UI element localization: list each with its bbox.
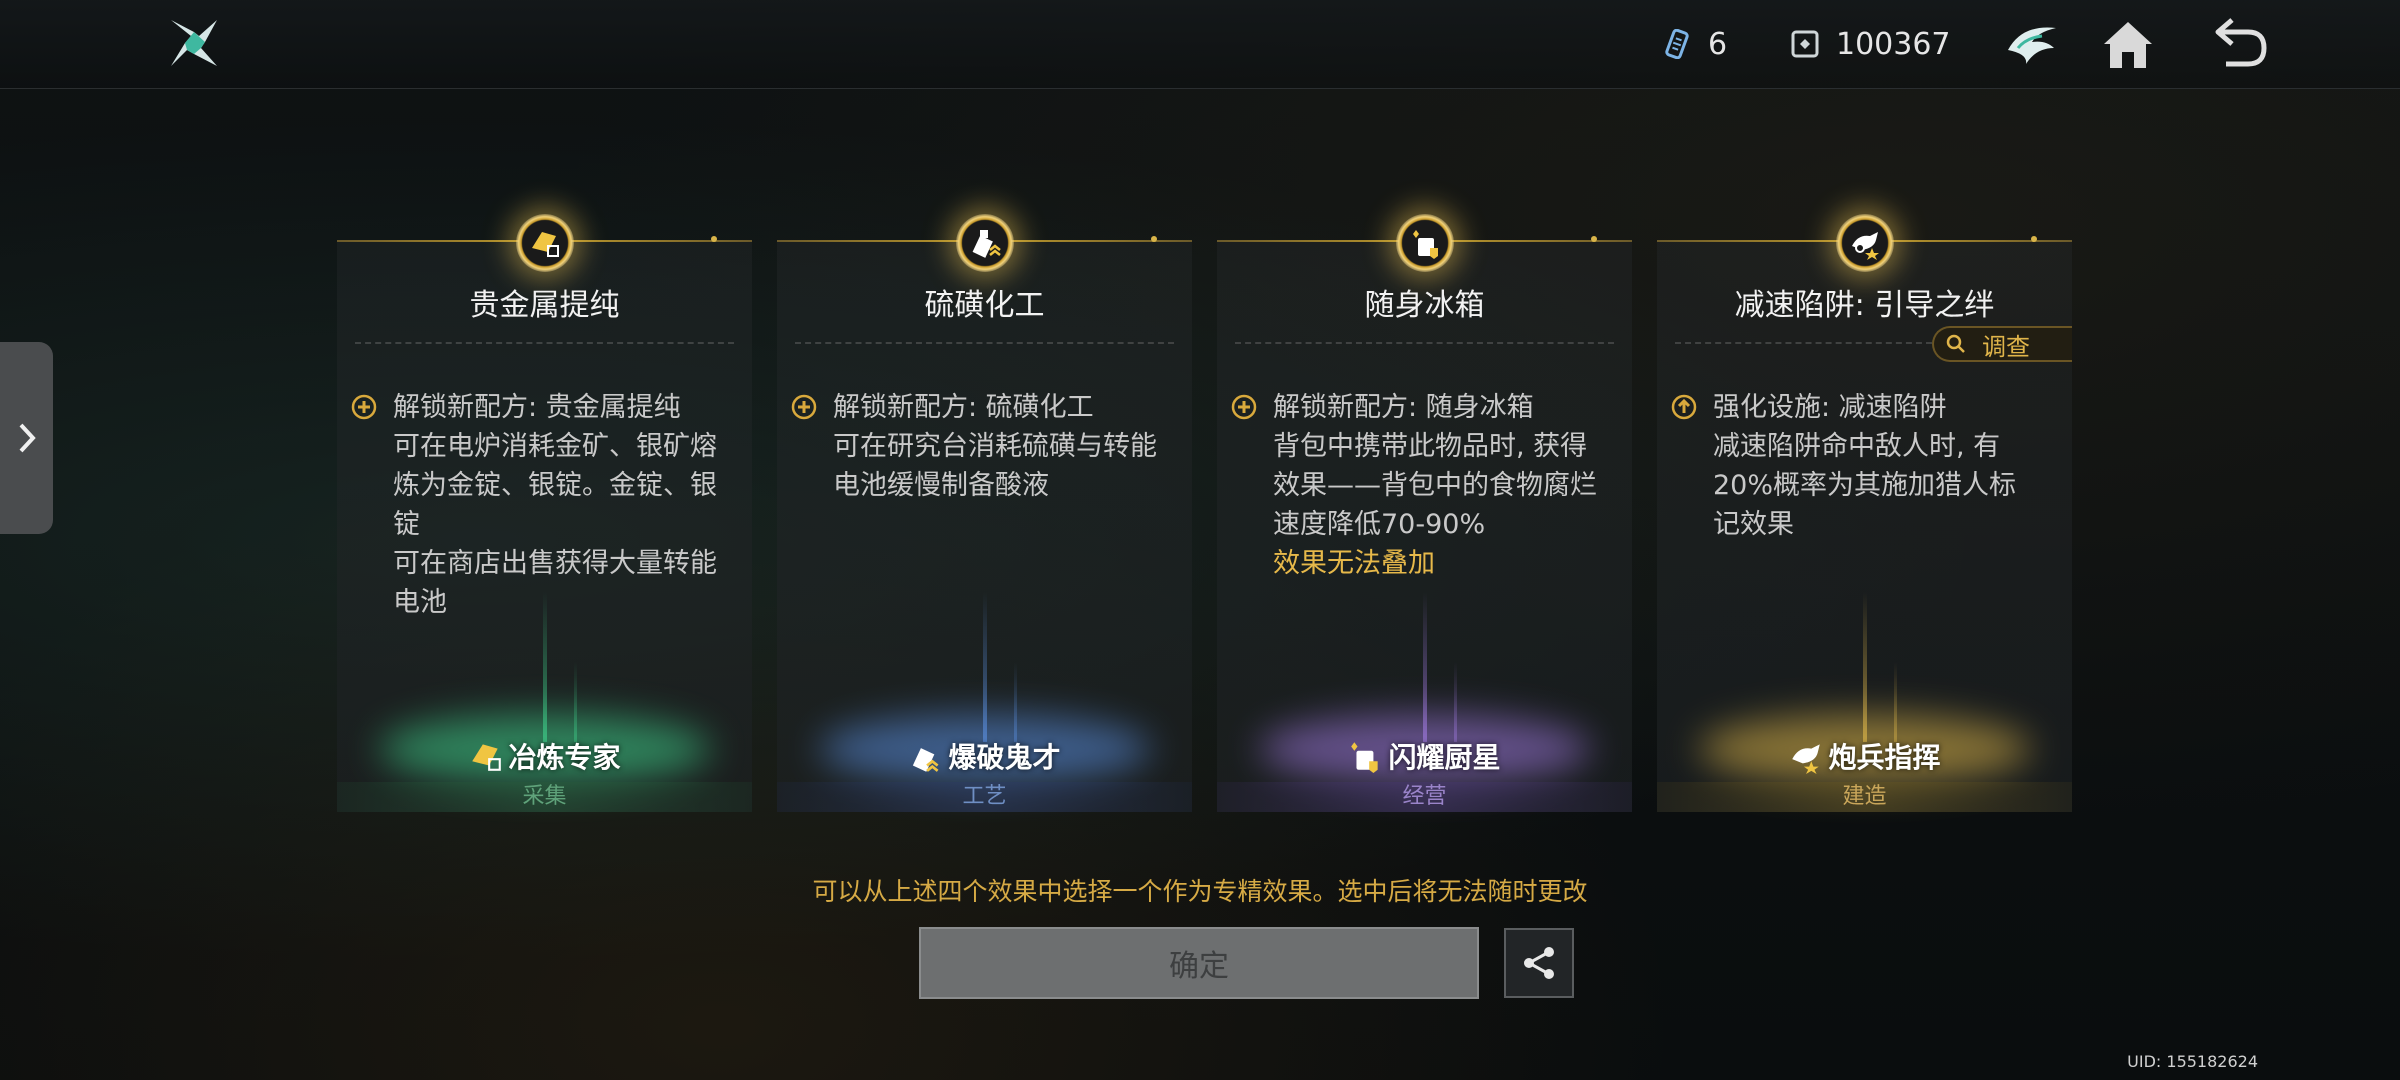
talent-label: 炮兵指挥 (1657, 736, 2072, 776)
light-beam (1862, 592, 1867, 742)
light-beam (542, 592, 547, 742)
inspect-button[interactable]: 调查 (1932, 326, 2072, 362)
talent-label: 闪耀厨星 (1217, 736, 1632, 776)
inspect-label: 调查 (1982, 332, 2030, 361)
energy-cell-icon (1665, 29, 1689, 59)
coin-count: 100367 (1836, 26, 1951, 62)
top-bar: 6 100367 (0, 0, 2400, 89)
plus-circle-icon (351, 394, 377, 420)
effect-card-refining[interactable]: 贵金属提纯 解锁新配方: 贵金属提纯 可在电炉消耗金矿、银矿熔 炼为金锭、银锭。… (337, 214, 752, 812)
home-icon[interactable] (2098, 14, 2158, 74)
desc-line: 减速陷阱命中敌人时, 有 (1713, 431, 2001, 462)
effect-card-trap[interactable]: 减速陷阱: 引导之绊 调查 强化设施: 减速陷阱 减速陷阱命中敌人时, 有 20… (1657, 214, 2072, 812)
desc-line: 电池缓慢制备酸液 (833, 470, 1049, 501)
talent-label: 冶炼专家 (337, 736, 752, 776)
card-divider (355, 342, 734, 344)
card-dot (2031, 236, 2037, 242)
card-description: 解锁新配方: 贵金属提纯 可在电炉消耗金矿、银矿熔 炼为金锭、银锭。金锭、银锭 … (393, 388, 736, 622)
card-divider (1675, 342, 1932, 344)
category-label: 采集 (337, 782, 752, 812)
desc-line: 背包中携带此物品时, 获得 (1273, 431, 1588, 462)
desc-line: 解锁新配方: 随身冰箱 (1273, 392, 1534, 423)
category-label: 工艺 (777, 782, 1192, 812)
desc-line: 20%概率为其施加猎人标 (1713, 470, 2017, 501)
light-beam (982, 592, 987, 742)
card-divider (795, 342, 1174, 344)
plus-circle-icon (1231, 394, 1257, 420)
energy-count: 6 (1708, 26, 1728, 62)
card-title: 减速陷阱: 引导之绊 (1734, 288, 1995, 323)
desc-line: 效果——背包中的食物腐烂 (1273, 470, 1597, 501)
talent-name: 闪耀厨星 (1388, 741, 1501, 774)
side-expand-tab[interactable] (0, 342, 53, 534)
game-logo-icon[interactable] (165, 14, 223, 72)
share-icon (1524, 947, 1554, 979)
light-beam (573, 662, 577, 742)
light-beam (1422, 592, 1427, 742)
cannon-icon (1792, 744, 1821, 774)
card-dot (1151, 236, 1157, 242)
desc-line: 电池 (393, 587, 447, 618)
back-icon[interactable] (2210, 14, 2270, 74)
desc-line: 解锁新配方: 贵金属提纯 (393, 392, 681, 423)
gold-bar-icon (515, 214, 574, 272)
plus-circle-icon (791, 394, 817, 420)
selection-hint: 可以从上述四个效果中选择一个作为专精效果。选中后将无法随时更改 (812, 877, 1588, 906)
fridge-icon (1351, 742, 1379, 773)
desc-note: 效果无法叠加 (1273, 548, 1435, 579)
light-beam (1453, 662, 1457, 742)
desc-line: 速度降低70-90% (1273, 509, 1486, 540)
desc-line: 可在商店出售获得大量转能 (393, 548, 717, 579)
chevron-right-icon (19, 423, 36, 453)
card-dot (1591, 236, 1597, 242)
card-divider (1235, 342, 1614, 344)
currency-coins: 100367 (1790, 22, 1951, 66)
effect-card-sulfur[interactable]: 硫磺化工 解锁新配方: 硫磺化工 可在研究台消耗硫磺与转能 电池缓慢制备酸液 爆… (777, 214, 1192, 812)
category-label: 建造 (1657, 782, 2072, 812)
user-id: UID: 155182624 (2127, 1052, 2258, 1071)
card-dot (711, 236, 717, 242)
desc-line: 炼为金锭、银锭。金锭、银锭 (393, 470, 717, 540)
search-icon (1946, 334, 1965, 353)
emblem-icon[interactable] (2002, 14, 2062, 74)
card-title: 随身冰箱 (1364, 288, 1485, 323)
card-description: 解锁新配方: 硫磺化工 可在研究台消耗硫磺与转能 电池缓慢制备酸液 (833, 388, 1176, 505)
cannon-icon (1835, 214, 1894, 272)
chip-icon (1791, 30, 1819, 58)
desc-line: 强化设施: 减速陷阱 (1713, 392, 1947, 423)
fridge-icon (1395, 214, 1454, 272)
desc-line: 记效果 (1713, 509, 1794, 540)
effect-card-fridge[interactable]: 随身冰箱 解锁新配方: 随身冰箱 背包中携带此物品时, 获得 效果——背包中的食… (1217, 214, 1632, 812)
light-beam (1013, 662, 1017, 742)
desc-line: 可在电炉消耗金矿、银矿熔 (393, 431, 717, 462)
upgrade-arrow-icon (1671, 394, 1697, 420)
desc-line: 可在研究台消耗硫磺与转能 (833, 431, 1157, 462)
category-label: 经营 (1217, 782, 1632, 812)
currency-energy: 6 (1662, 22, 1727, 66)
talent-name: 冶炼专家 (508, 741, 621, 774)
talent-name: 爆破鬼才 (948, 741, 1061, 774)
gold-bar-icon (472, 744, 502, 771)
card-title: 硫磺化工 (924, 288, 1045, 323)
bottle-icon (955, 214, 1014, 272)
light-beam (1893, 662, 1897, 742)
bottle-icon (913, 748, 939, 772)
card-description: 解锁新配方: 随身冰箱 背包中携带此物品时, 获得 效果——背包中的食物腐烂 速… (1273, 388, 1616, 583)
card-title: 贵金属提纯 (469, 288, 620, 323)
talent-label: 爆破鬼才 (777, 736, 1192, 776)
card-description: 强化设施: 减速陷阱 减速陷阱命中敌人时, 有 20%概率为其施加猎人标 记效果 (1713, 388, 2056, 544)
share-button[interactable] (1504, 928, 1574, 998)
confirm-button[interactable]: 确定 (919, 927, 1479, 999)
desc-line: 解锁新配方: 硫磺化工 (833, 392, 1094, 423)
talent-name: 炮兵指挥 (1828, 741, 1941, 774)
